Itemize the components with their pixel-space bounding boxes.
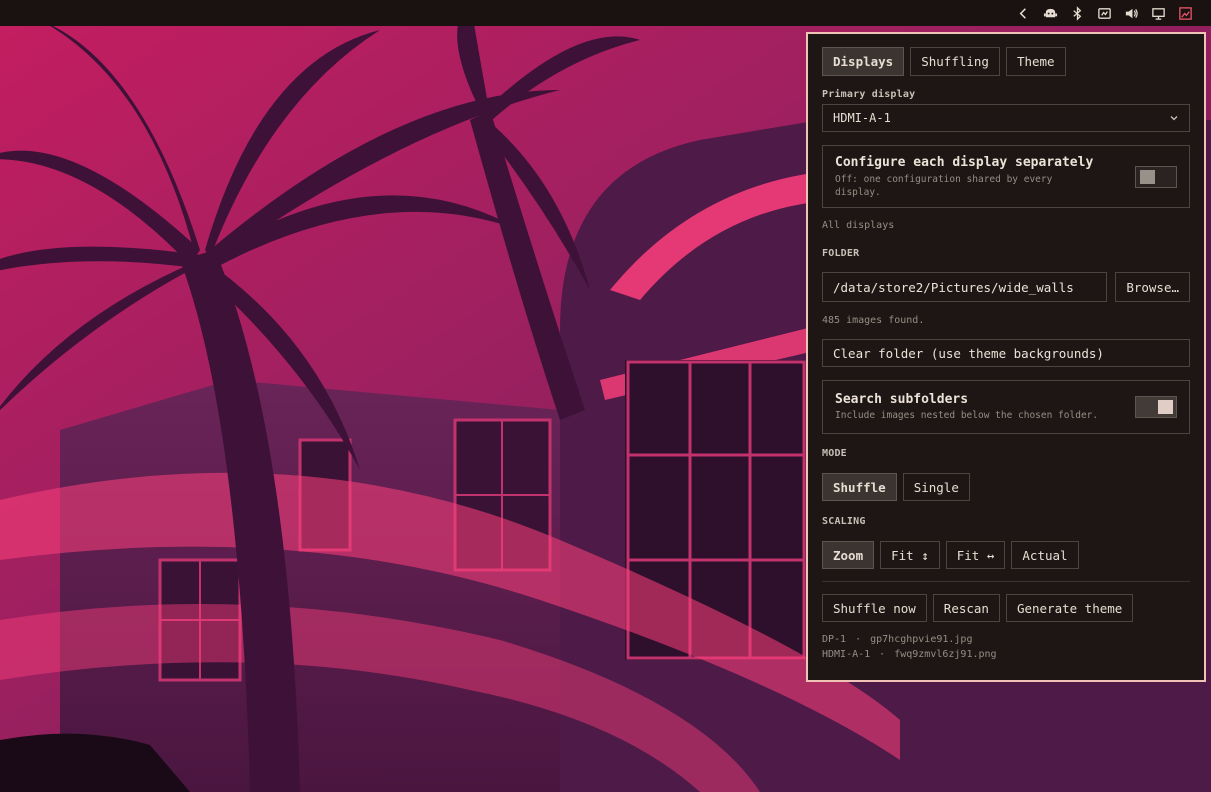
- mode-shuffle-button[interactable]: Shuffle: [822, 473, 897, 501]
- configure-separately-toggle[interactable]: [1135, 165, 1177, 188]
- mode-single-button[interactable]: Single: [902, 473, 970, 501]
- folder-status: 485 images found.: [822, 315, 925, 326]
- primary-display-select[interactable]: HDMI-A-1: [822, 104, 1190, 132]
- mode-options: Shuffle Single: [822, 473, 1190, 501]
- search-subfolders-card: Search subfolders Include images nested …: [822, 380, 1190, 434]
- tab-bar: Displays Shuffling Theme: [822, 47, 1190, 76]
- robot-icon[interactable]: [1037, 0, 1064, 26]
- scaling-fit-vertical-button[interactable]: Fit ↕: [880, 541, 940, 569]
- configure-separately-title: Configure each display separately: [835, 154, 1094, 170]
- search-subfolders-title: Search subfolders: [835, 392, 969, 407]
- browse-button[interactable]: Browse…: [1115, 272, 1190, 302]
- folder-row: /data/store2/Pictures/wide_walls Browse…: [822, 272, 1190, 302]
- wallpaper-settings-panel: Displays Shuffling Theme Primary display…: [806, 32, 1206, 682]
- configure-separately-subtitle-line2: display.: [835, 186, 881, 198]
- folder-path-field[interactable]: /data/store2/Pictures/wide_walls: [822, 272, 1108, 302]
- primary-display-label: Primary display: [822, 89, 916, 100]
- current-wallpaper-row: HDMI-A-1 · fwq9zmvl6zj91.png: [822, 647, 1190, 662]
- rescan-button[interactable]: Rescan: [932, 594, 1000, 622]
- generate-theme-button[interactable]: Generate theme: [1005, 594, 1134, 622]
- separator: ·: [879, 649, 886, 660]
- display-name: DP-1: [822, 634, 847, 645]
- display-icon[interactable]: [1145, 0, 1172, 26]
- scaling-label: SCALING: [822, 516, 866, 527]
- search-subfolders-subtitle: Include images nested below the chosen f…: [835, 410, 1099, 421]
- search-subfolders-toggle[interactable]: [1135, 396, 1177, 418]
- clear-folder-button[interactable]: Clear folder (use theme backgrounds): [822, 339, 1190, 367]
- window-icon[interactable]: [1091, 0, 1118, 26]
- wallpaper-filename: gp7hcghpvie91.jpg: [870, 634, 973, 645]
- separator: ·: [855, 634, 862, 645]
- toggle-knob: [1158, 400, 1173, 414]
- configure-separately-subtitle: Off: one configuration shared by every d…: [835, 173, 1093, 199]
- divider: [822, 581, 1190, 582]
- scaling-options: Zoom Fit ↕ Fit ↔ Actual: [822, 541, 1190, 569]
- chevron-left-icon[interactable]: [1010, 0, 1037, 26]
- tab-displays[interactable]: Displays: [822, 47, 905, 76]
- scaling-zoom-button[interactable]: Zoom: [822, 541, 875, 569]
- action-row: Shuffle now Rescan Generate theme: [822, 594, 1190, 622]
- wallpaper-icon[interactable]: [1172, 0, 1199, 26]
- shuffle-now-button[interactable]: Shuffle now: [822, 594, 927, 622]
- tab-shuffling[interactable]: Shuffling: [910, 47, 1000, 76]
- primary-display-value: HDMI-A-1: [833, 111, 891, 125]
- bluetooth-icon[interactable]: [1064, 0, 1091, 26]
- toggle-knob: [1140, 169, 1155, 184]
- current-wallpaper-row: DP-1 · gp7hcghpvie91.jpg: [822, 632, 1190, 647]
- speaker-icon[interactable]: [1118, 0, 1145, 26]
- folder-label: FOLDER: [822, 248, 860, 259]
- current-wallpapers-list: DP-1 · gp7hcghpvie91.jpg HDMI-A-1 · fwq9zmvl…: [822, 632, 1190, 662]
- configure-separately-card: Configure each display separately Off: o…: [822, 145, 1190, 208]
- wallpaper-filename: fwq9zmvl6zj91.png: [894, 649, 997, 660]
- mode-label: MODE: [822, 448, 847, 459]
- configure-separately-subtitle-line1: Off: one configuration shared by every: [835, 173, 1053, 185]
- system-top-bar: [0, 0, 1211, 26]
- scope-label: All displays: [822, 220, 895, 231]
- scaling-actual-button[interactable]: Actual: [1011, 541, 1079, 569]
- scaling-fit-horizontal-button[interactable]: Fit ↔: [945, 541, 1006, 569]
- tab-theme[interactable]: Theme: [1005, 47, 1066, 76]
- display-name: HDMI-A-1: [822, 649, 871, 660]
- chevron-down-icon: [1170, 116, 1178, 121]
